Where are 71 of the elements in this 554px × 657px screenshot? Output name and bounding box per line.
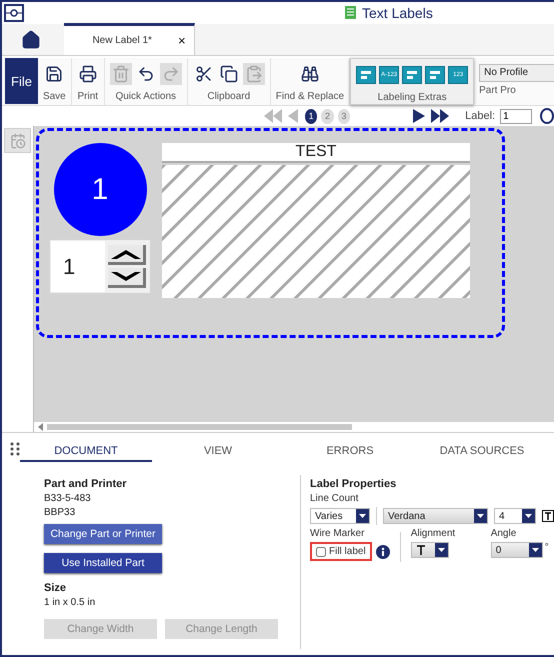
calendar-clock-icon [10,132,26,148]
fill-label-checkbox[interactable] [316,546,326,556]
line-count-dropdown[interactable]: Varies [310,508,370,524]
chevron-up-icon [110,248,140,258]
file-button[interactable]: File [5,58,38,104]
field-label: Label: [465,110,496,122]
chevron-down-icon [110,272,140,282]
section-title: Part and Printer [44,478,128,490]
label-header-text: TEST [162,143,470,163]
action-button[interactable]: Change Part or Printer [44,524,162,544]
go-button[interactable] [540,108,554,124]
dropdown-caret-icon [434,543,448,557]
dropdown-caret-icon [528,543,542,557]
angle-dropdown[interactable]: 0 [490,542,543,558]
label-number-field[interactable]: 1 [500,108,532,124]
ribbon-group-label: Clipboard [207,91,250,102]
size-text: 1 in x 0.5 in [44,597,96,608]
section-title: Label Properties [310,478,398,490]
label-sheet-icon [345,6,358,20]
ribbon-group-label: Part Pro [479,85,516,96]
page-button[interactable]: 1 [305,108,318,124]
number-spinner[interactable]: 1 [50,240,150,293]
align-top-icon [416,545,426,555]
dropdown-caret-icon [474,509,487,523]
dropdown-caret-icon [522,509,535,523]
field-label: Alignment [410,528,456,539]
extras-button[interactable] [402,66,422,84]
decrement-button[interactable] [108,268,146,288]
scrollbar-thumb[interactable] [47,424,352,430]
ribbon-group-label: Print [77,91,98,102]
panel-tab[interactable]: DOCUMENT [20,436,152,462]
section-title: Size [44,582,68,594]
extras-button[interactable] [356,66,376,84]
info-icon[interactable] [376,544,390,558]
part-info-text: BBP33 [44,507,76,518]
panel-tab[interactable]: ERRORS [284,436,416,462]
field-icon [360,70,372,80]
window-title: Text Labels [362,5,433,21]
action-button[interactable]: Use Installed Part [44,553,162,573]
panel-tab[interactable]: DATA SOURCES [416,436,548,462]
ribbon-group-label: Save [42,91,66,102]
label-number-badge: 1 [54,143,146,236]
scroll-left-icon[interactable] [38,423,43,431]
alignment-dropdown[interactable] [410,542,449,558]
font-dropdown[interactable]: Verdana [383,508,488,524]
dropdown-caret-icon [356,509,369,523]
ribbon-group-label: Labeling Extras [378,92,447,103]
ribbon-group-label: Quick Actions [115,91,176,102]
font-size-dropdown[interactable]: 4 [494,508,536,524]
home-icon [21,30,41,50]
field-label: Wire Marker [310,528,366,539]
drag-handle-icon[interactable] [10,442,20,456]
last-page-button[interactable] [431,109,450,123]
field-icon [429,70,442,80]
document-tab[interactable]: New Label 1* × [64,23,195,55]
field-icon [406,70,418,80]
close-button[interactable]: × [178,33,186,48]
text-format-icon[interactable] [542,510,554,522]
checkbox-label: Fill label [329,546,366,557]
extras-button[interactable] [425,66,446,84]
degree-unit: ° [544,542,549,553]
profile-dropdown[interactable]: No Profile [479,64,554,82]
field-label: Angle [490,528,518,539]
panel-tab[interactable]: VIEW [152,436,284,462]
tab-label: New Label 1* [92,35,152,46]
app-logo-icon [4,4,24,22]
ribbon-group-label: Find & Replace [276,91,344,102]
increment-button[interactable] [108,245,146,265]
field-label: Line Count [310,493,360,504]
print-button[interactable] [76,63,99,85]
part-info-text: B33-5-483 [44,493,92,504]
